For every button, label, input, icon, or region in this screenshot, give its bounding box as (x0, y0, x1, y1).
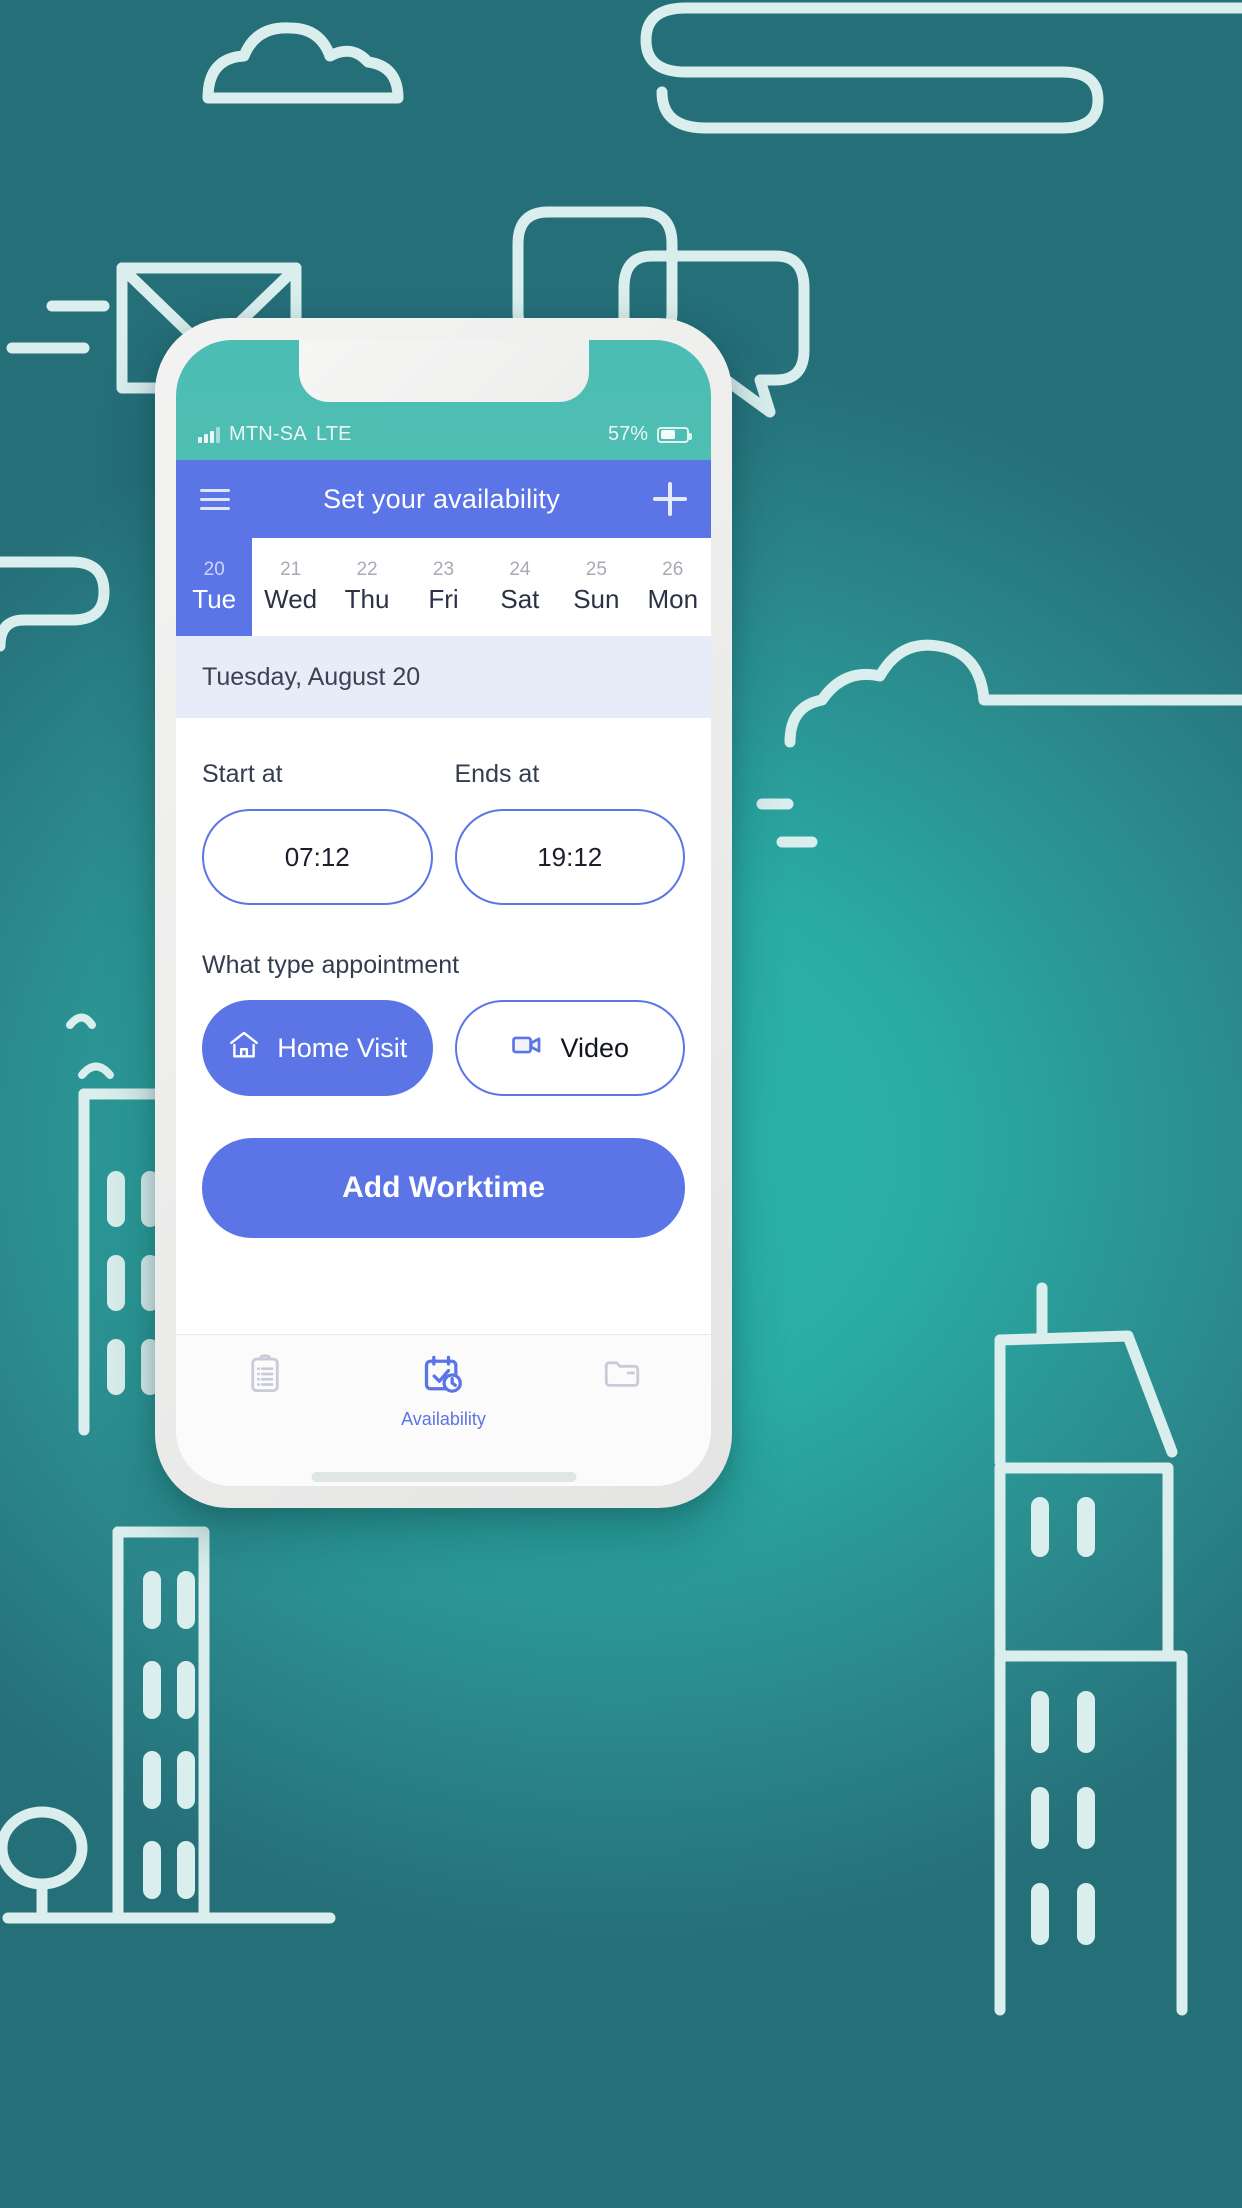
hamburger-menu-icon[interactable] (200, 488, 230, 510)
start-time-group: Start at 07:12 (202, 760, 433, 905)
date-strip-day[interactable]: 24 Sat (482, 538, 558, 636)
appointment-type-video[interactable]: Video (454, 1000, 685, 1096)
plus-icon[interactable] (653, 482, 687, 516)
nav-item-label: Availability (401, 1409, 486, 1429)
end-time-group: Ends at 19:12 (454, 760, 685, 905)
add-worktime-button[interactable]: Add Worktime (202, 1138, 685, 1238)
folder-icon (601, 1353, 643, 1400)
page-title: Set your availability (323, 483, 560, 514)
carrier-label: MTN-SA (229, 423, 307, 445)
battery-percent-label: 57% (607, 423, 648, 445)
appointment-type-label-text: Video (560, 1032, 630, 1063)
video-camera-icon (510, 1028, 544, 1069)
building-icon (1031, 1497, 1095, 1945)
appointment-type-home-visit[interactable]: Home Visit (202, 1000, 433, 1096)
dash-icon (6, 300, 110, 354)
nav-item-folder[interactable] (533, 1353, 711, 1400)
day-number: 23 (432, 559, 455, 580)
home-icon (227, 1028, 261, 1069)
day-number: 24 (509, 559, 531, 580)
cloud-icon (784, 639, 1242, 748)
clipboard-icon (244, 1353, 286, 1400)
nav-item-availability[interactable]: Availability (354, 1353, 532, 1430)
appointment-type-label-text: Home Visit (277, 1032, 408, 1063)
dash-icon (756, 798, 818, 848)
app-bar: Set your availability (176, 460, 711, 538)
day-name: Mon (647, 584, 699, 614)
date-strip-day[interactable]: 20 Tue (176, 538, 253, 636)
date-strip-day[interactable]: 22 Thu (329, 538, 405, 636)
end-time-input[interactable]: 19:12 (454, 809, 685, 905)
day-name: Thu (344, 584, 390, 614)
start-time-label: Start at (202, 760, 283, 788)
phone-screen: MTN-SA LTE 57% Set your availability 20 … (176, 340, 711, 1486)
home-indicator[interactable] (311, 1472, 576, 1482)
signal-bars-icon (198, 426, 220, 443)
day-number: 26 (662, 559, 684, 580)
day-name: Sat (500, 584, 540, 614)
bottom-navigation: Availability (176, 1334, 711, 1486)
selected-date-banner: Tuesday, August 20 (176, 636, 711, 718)
day-name: Sun (573, 584, 620, 614)
day-number: 21 (280, 559, 302, 580)
start-time-input[interactable]: 07:12 (202, 809, 433, 905)
day-name: Tue (192, 584, 237, 614)
day-name: Wed (264, 584, 318, 614)
network-label: LTE (315, 423, 352, 445)
nav-item-clipboard[interactable] (176, 1353, 354, 1400)
appointment-type-label: What type appointment (202, 951, 460, 979)
squiggle-icon (640, 2, 1242, 134)
phone-notch (298, 340, 589, 402)
day-number: 20 (203, 559, 225, 580)
phone-frame: MTN-SA LTE 57% Set your availability 20 … (155, 318, 732, 1508)
day-number: 22 (356, 559, 378, 580)
building-icon (2, 1526, 336, 1924)
tree-icon (0, 1806, 88, 1924)
battery-icon (657, 426, 692, 443)
day-number: 25 (585, 559, 607, 580)
bird-icon (66, 1013, 114, 1079)
availability-form: Start at 07:12 Ends at 19:12 What type a… (176, 718, 711, 1238)
squiggle-icon (0, 556, 110, 652)
date-strip[interactable]: 20 Tue 21 Wed 22 Thu 23 Fri 24 Sat 25 Su… (176, 538, 711, 636)
calendar-clock-icon (421, 1353, 465, 1402)
building-icon (994, 1282, 1178, 1468)
date-strip-day[interactable]: 26 Mon (635, 538, 711, 636)
cloud-icon (202, 22, 404, 104)
time-range-row: Start at 07:12 Ends at 19:12 (202, 760, 685, 905)
appointment-type-group: Home Visit Video (202, 1000, 685, 1096)
date-strip-day[interactable]: 21 Wed (252, 538, 328, 636)
day-name: Fri (428, 584, 459, 614)
date-strip-day[interactable]: 23 Fri (405, 538, 481, 636)
date-strip-day[interactable]: 25 Sun (558, 538, 634, 636)
end-time-label: Ends at (454, 760, 540, 788)
